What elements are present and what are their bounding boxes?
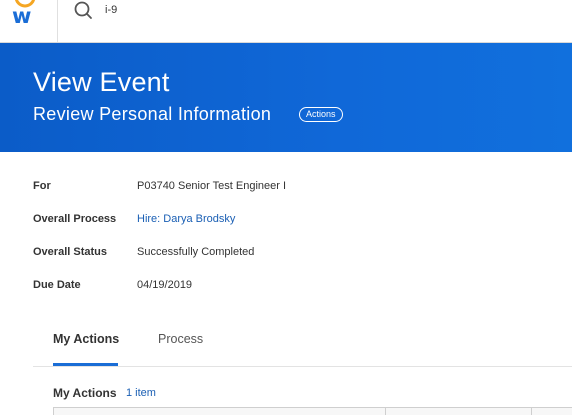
workday-logo[interactable]: w (0, 0, 58, 42)
tab-my-actions[interactable]: My Actions (53, 332, 119, 356)
search-input[interactable]: i-9 (105, 4, 117, 16)
detail-row-overall-status: Overall Status Successfully Completed (33, 242, 553, 262)
detail-value: P03740 Senior Test Engineer I (137, 180, 287, 192)
actions-table (53, 407, 572, 415)
detail-value: 04/19/2019 (137, 279, 193, 291)
detail-row-overall-process: Overall Process Hire: Darya Brodsky (33, 209, 553, 229)
table-column-divider (531, 407, 532, 415)
search-icon[interactable] (72, 0, 94, 22)
actions-button[interactable]: Actions (299, 107, 343, 122)
detail-label: For (33, 180, 51, 192)
page-subtitle: Review Personal Information (33, 104, 272, 124)
tab-bar: My Actions Process (33, 322, 572, 367)
detail-value: Successfully Completed (137, 246, 255, 258)
detail-label: Overall Process (33, 213, 117, 225)
detail-row-due-date: Due Date 04/19/2019 (33, 275, 553, 295)
table-column-divider (385, 407, 386, 415)
tab-process[interactable]: Process (158, 332, 203, 356)
top-bar: w i-9 (0, 0, 572, 43)
detail-label: Overall Status (33, 246, 107, 258)
logo-letter: w (12, 4, 31, 28)
detail-row-for: For P03740 Senior Test Engineer I (33, 176, 553, 196)
section-title: My Actions (53, 386, 117, 400)
overall-process-link[interactable]: Hire: Darya Brodsky (137, 213, 235, 225)
detail-label: Due Date (33, 279, 81, 291)
page-header-banner: View Event Review Personal Information A… (0, 43, 572, 152)
item-count[interactable]: 1 item (126, 387, 156, 399)
active-tab-indicator (53, 363, 118, 366)
page-title: View Event (33, 67, 170, 97)
